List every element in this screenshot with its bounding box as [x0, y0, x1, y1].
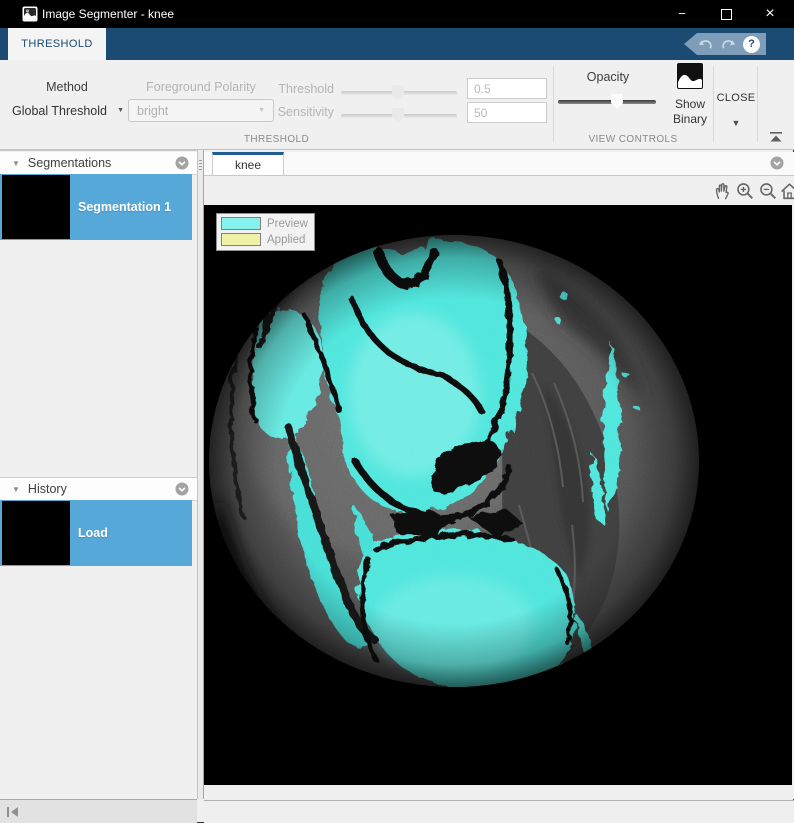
method-value: Global Threshold	[12, 104, 107, 118]
section-label-view-controls: VIEW CONTROLS	[553, 134, 713, 145]
collapse-panel-icon[interactable]: ▼	[12, 485, 20, 494]
image-canvas-area: Preview Applied	[204, 205, 794, 785]
opacity-slider[interactable]	[558, 94, 656, 109]
polarity-label: Foreground Polarity	[126, 80, 276, 94]
figure-toolbar	[204, 176, 794, 205]
history-header[interactable]: ▼ History	[0, 477, 197, 501]
segmentation-list-item[interactable]: Segmentation 1	[0, 174, 192, 240]
legend-row-applied: Applied	[221, 233, 308, 246]
canvas-bottom-margin	[204, 785, 794, 799]
image-segmenter-window: Image Segmenter - knee − × THRESHOLD ? M…	[0, 0, 794, 823]
left-panel	[0, 150, 197, 799]
pan-hand-icon[interactable]	[712, 181, 733, 202]
chevron-down-icon: ▼	[117, 107, 124, 114]
toolstrip-divider	[553, 66, 554, 142]
threshold-slider-thumb	[392, 85, 404, 100]
polarity-dropdown: bright ▼	[128, 99, 274, 122]
history-title: History	[28, 482, 175, 496]
window-title: Image Segmenter - knee	[42, 0, 174, 28]
collapse-left-panel-icon[interactable]	[6, 806, 20, 818]
applied-label: Applied	[267, 234, 305, 246]
show-binary-button[interactable]: Show Binary	[664, 62, 716, 127]
close-segmenter-button[interactable]: CLOSE ▼	[715, 62, 757, 128]
segmentation-item-label: Segmentation 1	[78, 174, 171, 240]
close-button[interactable]: ×	[748, 0, 792, 28]
panel-splitter[interactable]	[197, 150, 204, 799]
overlay-legend: Preview Applied	[216, 213, 315, 251]
threshold-slider	[341, 85, 457, 100]
history-list-item[interactable]: Load	[0, 500, 192, 566]
segmentations-title: Segmentations	[28, 156, 175, 170]
knee-mri-image[interactable]: Preview Applied	[204, 205, 792, 785]
document-menu-icon[interactable]	[770, 156, 784, 175]
segmentations-header[interactable]: ▼ Segmentations	[0, 152, 197, 175]
sensitivity-slider	[341, 108, 457, 123]
applied-swatch	[221, 233, 261, 246]
sensitivity-label: Sensitivity	[254, 105, 334, 119]
collapse-toolstrip-icon[interactable]	[768, 130, 784, 144]
help-icon[interactable]: ?	[743, 36, 760, 53]
history-item-label: Load	[78, 500, 108, 566]
history-thumbnail	[2, 501, 70, 565]
threshold-value-field	[467, 78, 547, 99]
title-bar: Image Segmenter - knee − ×	[0, 0, 794, 28]
tab-threshold[interactable]: THRESHOLD	[8, 28, 106, 60]
polarity-value: bright	[137, 104, 168, 118]
sensitivity-value-field	[467, 102, 547, 123]
toolstrip-divider	[713, 66, 714, 142]
zoom-out-icon[interactable]	[758, 181, 779, 202]
minimize-button[interactable]: −	[660, 0, 704, 28]
status-bar	[204, 800, 794, 823]
section-label-threshold: THRESHOLD	[0, 134, 553, 145]
segmentation-thumbnail	[2, 175, 70, 239]
opacity-label: Opacity	[560, 70, 656, 84]
panel-menu-icon[interactable]	[175, 156, 189, 170]
preview-swatch	[221, 217, 261, 230]
home-icon[interactable]	[779, 181, 794, 202]
tab-knee[interactable]: knee	[212, 152, 284, 175]
app-icon	[22, 6, 38, 22]
left-status-bar	[0, 799, 197, 823]
document-tab-strip: knee	[204, 152, 794, 176]
redo-icon	[720, 37, 737, 52]
quick-access-toolbar: ?	[684, 33, 766, 55]
opacity-slider-track[interactable]	[558, 100, 656, 104]
show-binary-label-1: Show	[675, 97, 705, 112]
legend-row-preview: Preview	[221, 217, 308, 230]
collapse-panel-icon[interactable]: ▼	[12, 159, 20, 168]
opacity-slider-thumb[interactable]	[611, 94, 623, 109]
toolstrip-divider	[757, 66, 758, 142]
chevron-down-icon: ▼	[732, 118, 741, 128]
zoom-in-icon[interactable]	[735, 181, 756, 202]
show-binary-icon	[676, 62, 704, 90]
maximize-icon	[721, 9, 732, 20]
sensitivity-slider-thumb	[392, 108, 404, 123]
splitter-grip	[198, 160, 203, 170]
close-label: CLOSE	[717, 92, 756, 104]
ribbon-bar	[0, 28, 794, 60]
undo-icon	[697, 37, 714, 52]
preview-label: Preview	[267, 218, 308, 230]
maximize-button[interactable]	[704, 0, 748, 28]
threshold-label: Threshold	[258, 82, 334, 96]
show-binary-label-2: Binary	[673, 112, 707, 127]
method-label: Method	[8, 80, 126, 94]
panel-menu-icon[interactable]	[175, 482, 189, 496]
method-dropdown[interactable]: Global Threshold ▼	[8, 99, 128, 122]
